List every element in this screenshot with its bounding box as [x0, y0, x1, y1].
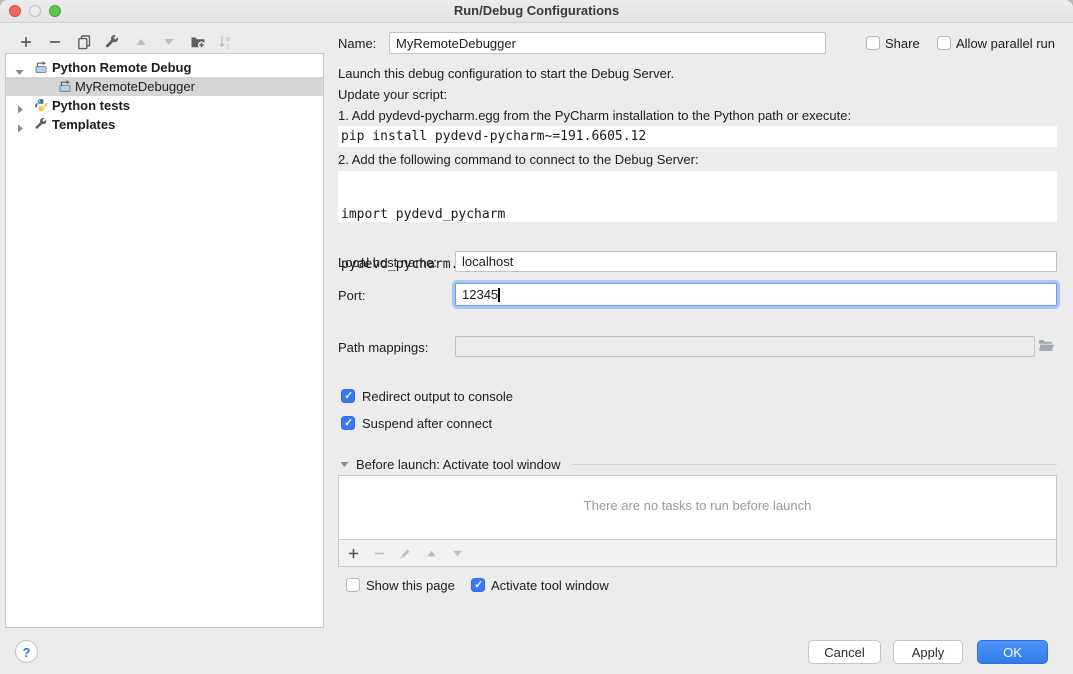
path-mappings-input[interactable] — [455, 336, 1035, 357]
instruction-step-1: 1. Add pydevd-pycharm.egg from the PyCha… — [338, 108, 851, 123]
share-label: Share — [885, 36, 920, 51]
move-task-down-icon[interactable] — [450, 546, 466, 562]
before-launch-title: Before launch: Activate tool window — [356, 457, 561, 472]
text-cursor — [498, 288, 500, 302]
sort-alphabetically-icon[interactable]: az — [218, 34, 234, 50]
port-input[interactable] — [455, 283, 1057, 306]
local-host-label: Local host name: — [338, 255, 437, 270]
tree-item-label: Python tests — [52, 96, 130, 115]
move-down-icon[interactable] — [161, 34, 177, 50]
settrace-code-line-1: import pydevd_pycharm — [341, 205, 1057, 225]
before-launch-collapse-icon[interactable] — [340, 460, 349, 469]
name-input[interactable] — [389, 32, 826, 54]
svg-text:z: z — [226, 44, 230, 51]
section-divider — [572, 464, 1057, 465]
wrench-icon — [34, 117, 48, 131]
redirect-output-label: Redirect output to console — [362, 389, 513, 404]
tree-item-python-tests[interactable]: Python tests — [6, 96, 323, 115]
ok-button[interactable]: OK — [977, 640, 1048, 664]
chevron-down-icon[interactable] — [15, 63, 24, 72]
pip-install-code: pip install pydevd-pycharm~=191.6605.12 — [338, 126, 1057, 147]
before-launch-task-list[interactable]: There are no tasks to run before launch — [338, 475, 1057, 540]
edit-task-icon[interactable] — [398, 546, 414, 562]
run-debug-configurations-dialog: Run/Debug Configurations az Python Remot… — [0, 0, 1073, 674]
settrace-code: import pydevd_pycharm pydevd_pycharm.set… — [338, 171, 1057, 222]
svg-text:a: a — [226, 36, 230, 43]
remote-debug-config-icon — [58, 79, 72, 93]
python-icon — [34, 98, 48, 112]
name-label: Name: — [338, 36, 376, 51]
suspend-after-connect-checkbox[interactable] — [341, 416, 355, 430]
configurations-tree: Python Remote Debug MyRemoteDebugger Pyt… — [5, 53, 324, 628]
show-this-page-checkbox[interactable] — [346, 578, 360, 592]
remove-icon[interactable] — [47, 34, 63, 50]
copy-icon[interactable] — [76, 34, 92, 50]
suspend-after-connect-label: Suspend after connect — [362, 416, 492, 431]
add-task-icon[interactable] — [346, 546, 362, 562]
chevron-right-icon[interactable] — [16, 100, 25, 109]
allow-parallel-run-checkbox[interactable] — [937, 36, 951, 50]
local-host-input[interactable] — [455, 251, 1057, 272]
browse-folder-icon[interactable] — [1038, 339, 1054, 355]
path-mappings-label: Path mappings: — [338, 340, 428, 355]
help-button[interactable]: ? — [15, 640, 38, 663]
move-up-icon[interactable] — [133, 34, 149, 50]
allow-parallel-run-label: Allow parallel run — [956, 36, 1055, 51]
port-label: Port: — [338, 288, 365, 303]
no-tasks-message: There are no tasks to run before launch — [339, 498, 1056, 513]
tree-item-templates[interactable]: Templates — [6, 115, 323, 134]
tree-item-label: Templates — [52, 115, 115, 134]
activate-tool-window-label: Activate tool window — [491, 578, 609, 593]
chevron-right-icon[interactable] — [16, 119, 25, 128]
titlebar: Run/Debug Configurations — [0, 0, 1073, 23]
tree-item-label: Python Remote Debug — [52, 58, 191, 77]
instruction-line-2: Update your script: — [338, 87, 447, 102]
tree-item-label: MyRemoteDebugger — [75, 77, 195, 96]
move-task-up-icon[interactable] — [424, 546, 440, 562]
new-folder-icon[interactable] — [190, 34, 206, 50]
instruction-line-1: Launch this debug configuration to start… — [338, 66, 674, 81]
before-launch-toolbar — [338, 540, 1057, 567]
remote-debug-config-icon — [34, 60, 48, 74]
tree-item-myremotedebugger[interactable]: MyRemoteDebugger — [6, 77, 323, 96]
window-title: Run/Debug Configurations — [0, 3, 1073, 18]
apply-button[interactable]: Apply — [893, 640, 963, 664]
activate-tool-window-checkbox[interactable] — [471, 578, 485, 592]
show-this-page-label: Show this page — [366, 578, 455, 593]
instruction-step-2: 2. Add the following command to connect … — [338, 152, 699, 167]
edit-defaults-wrench-icon[interactable] — [104, 34, 120, 50]
redirect-output-checkbox[interactable] — [341, 389, 355, 403]
tree-item-python-remote-debug[interactable]: Python Remote Debug — [6, 58, 323, 77]
cancel-button[interactable]: Cancel — [808, 640, 881, 664]
remove-task-icon[interactable] — [372, 546, 388, 562]
share-checkbox[interactable] — [866, 36, 880, 50]
add-icon[interactable] — [18, 34, 34, 50]
